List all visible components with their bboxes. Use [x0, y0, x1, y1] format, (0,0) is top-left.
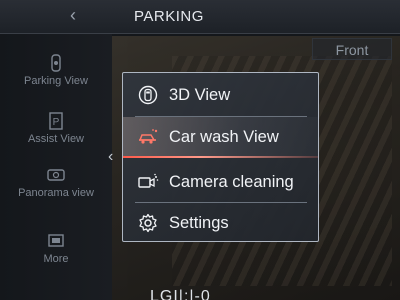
sidebar: Parking View P Assist View Panorama view…: [0, 34, 112, 300]
svg-text:P: P: [53, 117, 60, 128]
car-wash-icon: [137, 126, 159, 148]
sidebar-item-label: Parking View: [24, 75, 88, 87]
menu-item-label: Camera cleaning: [169, 172, 294, 191]
back-button[interactable]: ‹: [62, 4, 84, 26]
menu-item-car-wash-view[interactable]: Car wash View: [123, 117, 318, 158]
sidebar-item-panorama-view[interactable]: Panorama view: [8, 166, 104, 200]
menu-item-settings[interactable]: Settings: [123, 203, 318, 243]
menu-item-camera-cleaning[interactable]: Camera cleaning: [123, 162, 318, 202]
view-options-menu: 3D View Car wash View Camera cleaning Se…: [122, 72, 319, 242]
menu-item-3d-view[interactable]: 3D View: [123, 75, 318, 115]
sidebar-item-label: Assist View: [27, 133, 85, 145]
gear-icon: [137, 212, 159, 234]
menu-item-label: 3D View: [169, 85, 231, 104]
chevron-left-icon: ‹: [70, 5, 76, 25]
sidebar-item-label: Panorama view: [18, 187, 94, 199]
sidebar-item-assist-view[interactable]: P Assist View: [8, 112, 104, 146]
collapse-chevron-icon[interactable]: ‹: [108, 148, 113, 166]
sidebar-item-more[interactable]: More: [8, 232, 104, 266]
menu-item-label: Settings: [169, 213, 229, 232]
camera-direction-label[interactable]: Front: [312, 38, 392, 60]
panorama-icon: [47, 169, 65, 181]
camera-clean-icon: [137, 171, 159, 193]
menu-item-label: Car wash View: [169, 127, 279, 146]
parking-car-icon: [51, 54, 61, 72]
bottom-partial-text: LGI|:|-0: [150, 288, 211, 300]
more-camera-icon: [48, 234, 64, 247]
sidebar-item-parking-view[interactable]: Parking View: [8, 54, 104, 88]
parking-p-icon: P: [49, 112, 63, 130]
sidebar-item-label: More: [43, 253, 69, 265]
header-bar: ‹ PARKING: [0, 0, 400, 34]
page-title: PARKING: [134, 8, 204, 25]
car-3d-icon: [137, 84, 159, 106]
